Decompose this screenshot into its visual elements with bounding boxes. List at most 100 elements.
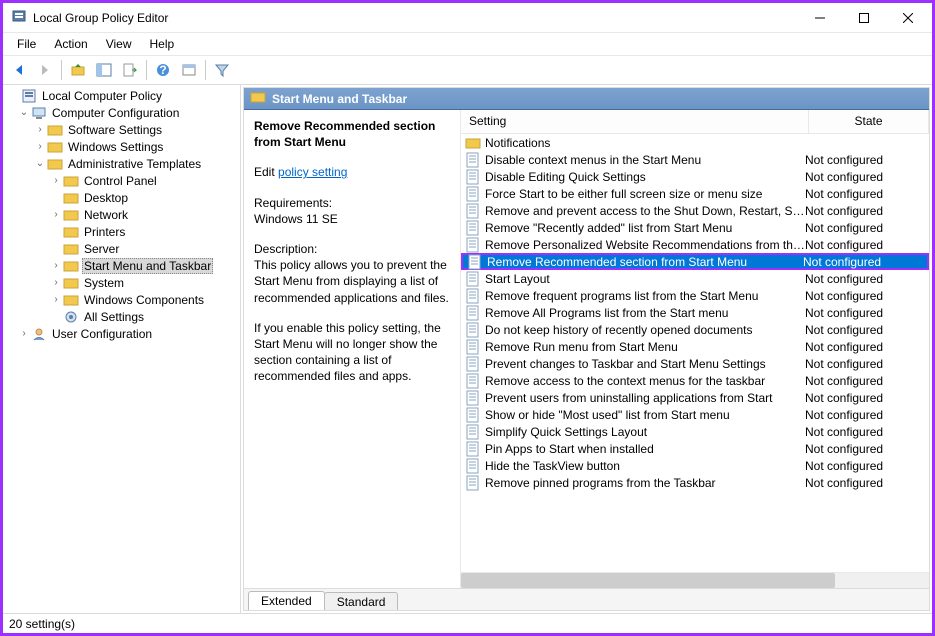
list-row[interactable]: Remove frequent programs list from the S… [461, 287, 929, 304]
setting-state: Not configured [803, 255, 923, 269]
help-button[interactable]: ? [151, 58, 175, 82]
folder-icon [63, 207, 79, 223]
list-row[interactable]: Prevent users from uninstalling applicat… [461, 389, 929, 406]
breadcrumb: Start Menu and Taskbar [244, 88, 929, 110]
policy-icon [465, 339, 481, 355]
minimize-button[interactable] [798, 4, 842, 32]
tree-software-settings[interactable]: ›Software Settings [5, 121, 240, 138]
policy-icon [465, 237, 481, 253]
tree-root[interactable]: Local Computer Policy [5, 87, 240, 104]
list-row[interactable]: Hide the TaskView buttonNot configured [461, 457, 929, 474]
tree-pane[interactable]: Local Computer Policy ⌄Computer Configur… [3, 85, 241, 613]
close-button[interactable] [886, 4, 930, 32]
setting-name: Remove "Recently added" list from Start … [485, 221, 805, 235]
tree-control-panel[interactable]: ›Control Panel [5, 172, 240, 189]
tree-network[interactable]: ›Network [5, 206, 240, 223]
tree-all-settings[interactable]: All Settings [5, 308, 240, 325]
setting-name: Pin Apps to Start when installed [485, 442, 805, 456]
list-row[interactable]: Start LayoutNot configured [461, 270, 929, 287]
settings-list: Setting State NotificationsDisable conte… [460, 110, 929, 588]
filter-button[interactable] [210, 58, 234, 82]
separator [205, 60, 206, 80]
policy-icon [465, 322, 481, 338]
scrollbar-thumb[interactable] [461, 573, 835, 588]
tree-server[interactable]: Server [5, 240, 240, 257]
maximize-button[interactable] [842, 4, 886, 32]
list-row[interactable]: Simplify Quick Settings LayoutNot config… [461, 423, 929, 440]
tree-system[interactable]: ›System [5, 274, 240, 291]
folder-icon [250, 89, 266, 108]
tree-windows-settings[interactable]: ›Windows Settings [5, 138, 240, 155]
folder-icon [63, 190, 79, 206]
list-row[interactable]: Remove All Programs list from the Start … [461, 304, 929, 321]
tab-standard[interactable]: Standard [324, 592, 399, 611]
policy-icon [465, 424, 481, 440]
tab-extended[interactable]: Extended [248, 591, 325, 610]
list-row[interactable]: Do not keep history of recently opened d… [461, 321, 929, 338]
policy-icon [465, 390, 481, 406]
setting-name: Start Layout [485, 272, 805, 286]
setting-state: Not configured [805, 153, 925, 167]
list-row[interactable]: Remove "Recently added" list from Start … [461, 219, 929, 236]
setting-state: Not configured [805, 323, 925, 337]
list-row[interactable]: Show or hide "Most used" list from Start… [461, 406, 929, 423]
list-row[interactable]: Remove access to the context menus for t… [461, 372, 929, 389]
menu-file[interactable]: File [9, 35, 44, 53]
setting-state: Not configured [805, 238, 925, 252]
menu-view[interactable]: View [98, 35, 140, 53]
list-row[interactable]: Disable Editing Quick SettingsNot config… [461, 168, 929, 185]
list-row[interactable]: Remove and prevent access to the Shut Do… [461, 202, 929, 219]
setting-name: Hide the TaskView button [485, 459, 805, 473]
edit-policy-link[interactable]: policy setting [278, 165, 347, 179]
tree-windows-components[interactable]: ›Windows Components [5, 291, 240, 308]
computer-icon [31, 105, 47, 121]
show-hide-tree-button[interactable] [92, 58, 116, 82]
setting-name: Prevent changes to Taskbar and Start Men… [485, 357, 805, 371]
menu-action[interactable]: Action [46, 35, 95, 53]
info-title: Remove Recommended section from Start Me… [254, 118, 450, 150]
svg-text:?: ? [159, 63, 166, 77]
list-row[interactable]: Remove Run menu from Start MenuNot confi… [461, 338, 929, 355]
tree-desktop[interactable]: Desktop [5, 189, 240, 206]
setting-name: Notifications [485, 136, 805, 150]
list-row[interactable]: Disable context menus in the Start MenuN… [461, 151, 929, 168]
tree-printers[interactable]: Printers [5, 223, 240, 240]
list-row[interactable]: Remove pinned programs from the TaskbarN… [461, 474, 929, 491]
tree-administrative-templates[interactable]: ⌄Administrative Templates [5, 155, 240, 172]
statusbar: 20 setting(s) [3, 613, 932, 633]
list-row[interactable]: Force Start to be either full screen siz… [461, 185, 929, 202]
folder-icon [63, 292, 79, 308]
policy-icon [465, 441, 481, 457]
policy-icon [465, 203, 481, 219]
horizontal-scrollbar[interactable] [461, 572, 929, 588]
tree-start-menu-taskbar[interactable]: ›Start Menu and Taskbar [5, 257, 240, 274]
list-row[interactable]: Pin Apps to Start when installedNot conf… [461, 440, 929, 457]
column-setting[interactable]: Setting [461, 110, 809, 133]
setting-state: Not configured [805, 289, 925, 303]
forward-button[interactable] [33, 58, 57, 82]
folder-icon [47, 122, 63, 138]
back-button[interactable] [7, 58, 31, 82]
tree-user-configuration[interactable]: ›User Configuration [5, 325, 240, 342]
setting-name: Remove Recommended section from Start Me… [487, 255, 803, 269]
menu-help[interactable]: Help [142, 35, 183, 53]
properties-button[interactable] [177, 58, 201, 82]
setting-state: Not configured [805, 374, 925, 388]
gpedit-window: Local Group Policy Editor File Action Vi… [3, 3, 932, 633]
list-row[interactable]: Remove Personalized Website Recommendati… [461, 236, 929, 253]
tree-computer-configuration[interactable]: ⌄Computer Configuration [5, 104, 240, 121]
folder-icon [465, 135, 481, 151]
setting-state: Not configured [805, 357, 925, 371]
description-more: If you enable this policy setting, the S… [254, 320, 450, 385]
export-button[interactable] [118, 58, 142, 82]
list-row[interactable]: Remove Recommended section from Start Me… [461, 253, 929, 270]
list-row[interactable]: Prevent changes to Taskbar and Start Men… [461, 355, 929, 372]
setting-state: Not configured [805, 187, 925, 201]
setting-name: Prevent users from uninstalling applicat… [485, 391, 805, 405]
user-icon [31, 326, 47, 342]
list-row[interactable]: Notifications [461, 134, 929, 151]
column-state[interactable]: State [809, 110, 929, 133]
up-button[interactable] [66, 58, 90, 82]
list-scroll[interactable]: NotificationsDisable context menus in th… [461, 134, 929, 572]
info-panel: Remove Recommended section from Start Me… [244, 110, 460, 588]
